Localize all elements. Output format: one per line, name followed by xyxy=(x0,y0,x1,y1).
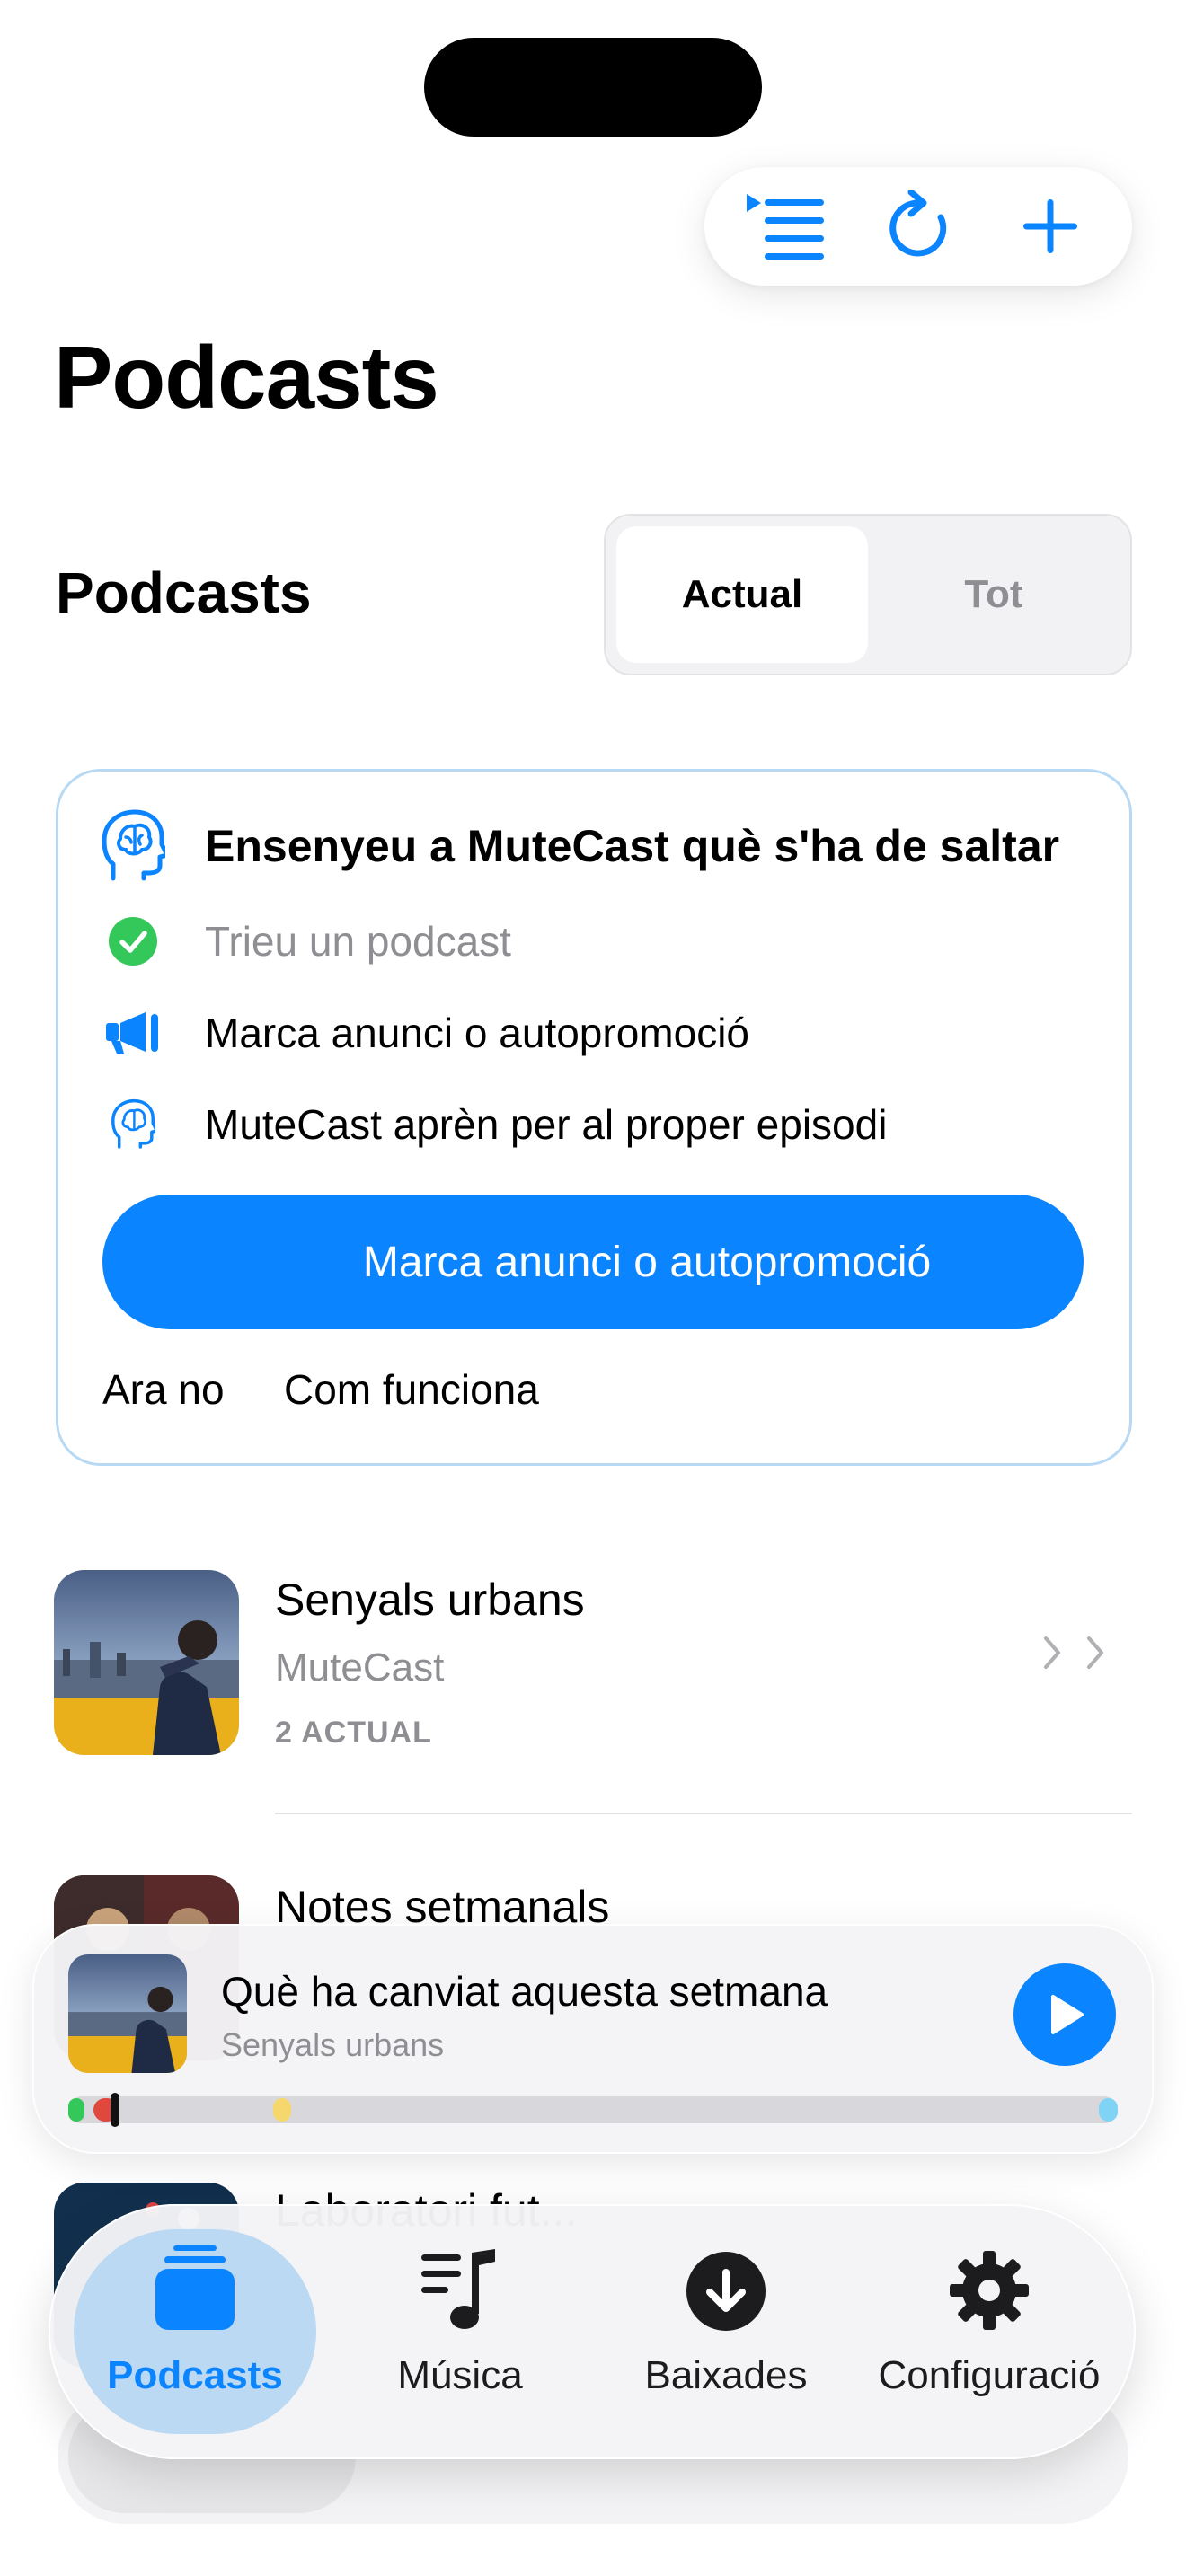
playhead[interactable] xyxy=(110,2093,119,2127)
music-list-icon xyxy=(421,2249,495,2329)
brain-head-icon xyxy=(111,1098,155,1149)
check-circle-icon xyxy=(109,917,157,966)
step-label: Trieu un podcast xyxy=(205,918,511,965)
tab-label: Música xyxy=(397,2353,523,2397)
how-it-works-button[interactable]: Com funciona xyxy=(284,1365,539,1414)
plus-icon xyxy=(1022,199,1077,253)
tab-label: Podcasts xyxy=(107,2353,283,2397)
podcast-episode-count: 2 ACTUAL xyxy=(275,1716,432,1750)
teach-card-heading: Ensenyeu a MuteCast què s'ha de saltar xyxy=(101,808,1059,884)
podcast-title[interactable]: Senyals urbans xyxy=(275,1574,585,1626)
step-label: Marca anunci o autopromoció xyxy=(205,1010,749,1056)
filter-segmented-control: Actual Tot xyxy=(604,514,1132,675)
step-learn: MuteCast aprèn per al proper episodi xyxy=(101,1092,887,1157)
row-divider xyxy=(275,1813,1132,1814)
podcast-author: MuteCast xyxy=(275,1645,445,1689)
skip-segment-marker xyxy=(68,2098,84,2122)
play-button[interactable] xyxy=(1013,1963,1116,2066)
page-title: Podcasts xyxy=(54,328,439,427)
tab-label: Configuració xyxy=(878,2353,1101,2397)
skip-segment-marker xyxy=(1098,2098,1118,2122)
step-choose-podcast: Trieu un podcast xyxy=(101,909,511,974)
dynamic-island xyxy=(424,38,762,137)
play-icon xyxy=(1051,1995,1084,2034)
progress-track[interactable] xyxy=(68,2096,1118,2123)
segment-all[interactable]: Tot xyxy=(868,526,1120,663)
tab-settings[interactable]: Configuració xyxy=(859,2229,1120,2434)
tab-downloads[interactable]: Baixades xyxy=(618,2229,834,2434)
mark-ad-button[interactable]: Marca anunci o autopromoció xyxy=(102,1195,1084,1329)
skip-segment-marker xyxy=(272,2098,291,2122)
step-mark-ad: Marca anunci o autopromoció xyxy=(101,1001,749,1065)
refresh-icon xyxy=(890,190,947,257)
player-artwork xyxy=(68,1954,187,2073)
row-chevrons[interactable] xyxy=(1042,1635,1105,1671)
top-toolbar xyxy=(704,167,1132,286)
player-podcast-name: Senyals urbans xyxy=(221,2026,445,2063)
step-label: MuteCast aprèn per al proper episodi xyxy=(205,1101,888,1148)
tab-podcasts[interactable]: Podcasts xyxy=(74,2229,316,2434)
podcasts-stack-icon xyxy=(155,2245,235,2330)
player-episode-title: Què ha canviat aquesta setmana xyxy=(221,1968,828,2015)
add-button[interactable] xyxy=(1001,177,1100,276)
queue-list-icon xyxy=(747,194,825,260)
not-now-button[interactable]: Ara no xyxy=(102,1365,225,1414)
segment-current[interactable]: Actual xyxy=(616,526,868,663)
section-title: Podcasts xyxy=(56,560,312,625)
tab-label: Baixades xyxy=(644,2353,808,2397)
megaphone-icon xyxy=(106,1012,158,1054)
brain-head-icon xyxy=(102,809,165,881)
teach-card-title: Ensenyeu a MuteCast què s'ha de saltar xyxy=(205,821,1060,871)
queue-button[interactable] xyxy=(737,177,836,276)
gear-icon xyxy=(950,2251,1029,2330)
refresh-button[interactable] xyxy=(869,177,968,276)
download-circle-icon xyxy=(686,2252,766,2331)
chevron-right-icon xyxy=(1087,1636,1103,1669)
chevron-right-icon xyxy=(1044,1636,1060,1669)
tab-music[interactable]: Música xyxy=(352,2229,568,2434)
podcast-artwork[interactable] xyxy=(54,1570,239,1755)
